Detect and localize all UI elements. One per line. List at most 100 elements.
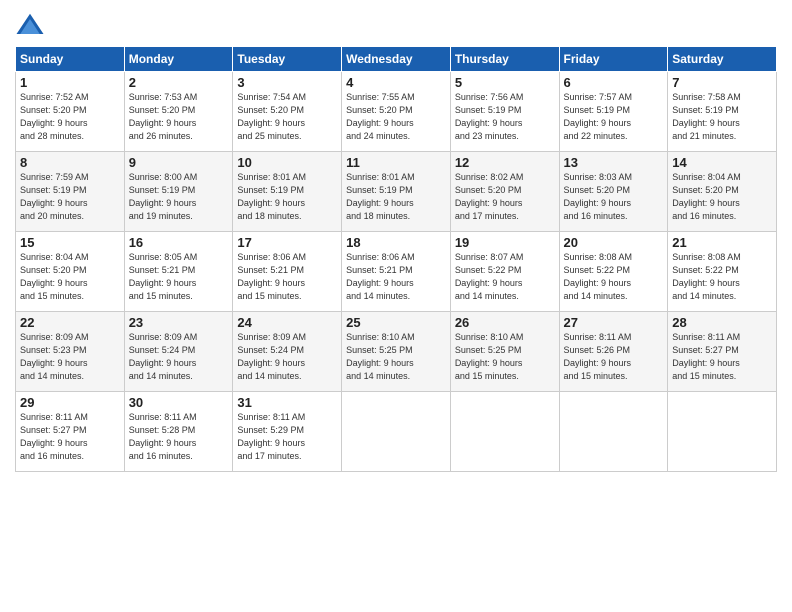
day-number: 24	[237, 315, 337, 330]
calendar-cell: 15Sunrise: 8:04 AMSunset: 5:20 PMDayligh…	[16, 232, 125, 312]
day-number: 19	[455, 235, 555, 250]
calendar-cell: 25Sunrise: 8:10 AMSunset: 5:25 PMDayligh…	[342, 312, 451, 392]
day-number: 3	[237, 75, 337, 90]
calendar-cell: 21Sunrise: 8:08 AMSunset: 5:22 PMDayligh…	[668, 232, 777, 312]
cell-info: Sunrise: 8:07 AMSunset: 5:22 PMDaylight:…	[455, 251, 555, 303]
cell-info: Sunrise: 8:11 AMSunset: 5:27 PMDaylight:…	[672, 331, 772, 383]
cell-info: Sunrise: 8:11 AMSunset: 5:27 PMDaylight:…	[20, 411, 120, 463]
cell-info: Sunrise: 8:09 AMSunset: 5:24 PMDaylight:…	[129, 331, 229, 383]
calendar-cell: 29Sunrise: 8:11 AMSunset: 5:27 PMDayligh…	[16, 392, 125, 472]
cell-info: Sunrise: 8:09 AMSunset: 5:23 PMDaylight:…	[20, 331, 120, 383]
day-number: 15	[20, 235, 120, 250]
day-number: 4	[346, 75, 446, 90]
calendar-cell: 5Sunrise: 7:56 AMSunset: 5:19 PMDaylight…	[450, 72, 559, 152]
cell-info: Sunrise: 8:01 AMSunset: 5:19 PMDaylight:…	[346, 171, 446, 223]
calendar-cell: 26Sunrise: 8:10 AMSunset: 5:25 PMDayligh…	[450, 312, 559, 392]
calendar-cell: 28Sunrise: 8:11 AMSunset: 5:27 PMDayligh…	[668, 312, 777, 392]
cell-info: Sunrise: 7:58 AMSunset: 5:19 PMDaylight:…	[672, 91, 772, 143]
calendar-cell: 17Sunrise: 8:06 AMSunset: 5:21 PMDayligh…	[233, 232, 342, 312]
week-row-1: 1Sunrise: 7:52 AMSunset: 5:20 PMDaylight…	[16, 72, 777, 152]
calendar-cell: 12Sunrise: 8:02 AMSunset: 5:20 PMDayligh…	[450, 152, 559, 232]
cell-info: Sunrise: 7:57 AMSunset: 5:19 PMDaylight:…	[564, 91, 664, 143]
day-number: 29	[20, 395, 120, 410]
week-row-4: 22Sunrise: 8:09 AMSunset: 5:23 PMDayligh…	[16, 312, 777, 392]
cell-info: Sunrise: 8:05 AMSunset: 5:21 PMDaylight:…	[129, 251, 229, 303]
cell-info: Sunrise: 8:04 AMSunset: 5:20 PMDaylight:…	[672, 171, 772, 223]
calendar-cell: 4Sunrise: 7:55 AMSunset: 5:20 PMDaylight…	[342, 72, 451, 152]
calendar-cell: 2Sunrise: 7:53 AMSunset: 5:20 PMDaylight…	[124, 72, 233, 152]
calendar-cell	[342, 392, 451, 472]
day-number: 5	[455, 75, 555, 90]
cell-info: Sunrise: 7:59 AMSunset: 5:19 PMDaylight:…	[20, 171, 120, 223]
calendar-cell: 31Sunrise: 8:11 AMSunset: 5:29 PMDayligh…	[233, 392, 342, 472]
day-number: 21	[672, 235, 772, 250]
calendar-cell: 13Sunrise: 8:03 AMSunset: 5:20 PMDayligh…	[559, 152, 668, 232]
day-number: 16	[129, 235, 229, 250]
cell-info: Sunrise: 8:08 AMSunset: 5:22 PMDaylight:…	[672, 251, 772, 303]
cell-info: Sunrise: 7:52 AMSunset: 5:20 PMDaylight:…	[20, 91, 120, 143]
cell-info: Sunrise: 8:11 AMSunset: 5:28 PMDaylight:…	[129, 411, 229, 463]
day-number: 31	[237, 395, 337, 410]
calendar-cell: 23Sunrise: 8:09 AMSunset: 5:24 PMDayligh…	[124, 312, 233, 392]
calendar-cell: 6Sunrise: 7:57 AMSunset: 5:19 PMDaylight…	[559, 72, 668, 152]
day-number: 14	[672, 155, 772, 170]
day-header-tuesday: Tuesday	[233, 47, 342, 72]
cell-info: Sunrise: 7:54 AMSunset: 5:20 PMDaylight:…	[237, 91, 337, 143]
day-number: 20	[564, 235, 664, 250]
cell-info: Sunrise: 8:11 AMSunset: 5:26 PMDaylight:…	[564, 331, 664, 383]
calendar-cell	[559, 392, 668, 472]
cell-info: Sunrise: 8:06 AMSunset: 5:21 PMDaylight:…	[237, 251, 337, 303]
day-number: 26	[455, 315, 555, 330]
calendar-cell: 1Sunrise: 7:52 AMSunset: 5:20 PMDaylight…	[16, 72, 125, 152]
cell-info: Sunrise: 7:53 AMSunset: 5:20 PMDaylight:…	[129, 91, 229, 143]
day-number: 18	[346, 235, 446, 250]
week-row-5: 29Sunrise: 8:11 AMSunset: 5:27 PMDayligh…	[16, 392, 777, 472]
cell-info: Sunrise: 8:11 AMSunset: 5:29 PMDaylight:…	[237, 411, 337, 463]
calendar-cell	[668, 392, 777, 472]
day-header-monday: Monday	[124, 47, 233, 72]
day-number: 11	[346, 155, 446, 170]
calendar-cell: 3Sunrise: 7:54 AMSunset: 5:20 PMDaylight…	[233, 72, 342, 152]
week-row-2: 8Sunrise: 7:59 AMSunset: 5:19 PMDaylight…	[16, 152, 777, 232]
week-row-3: 15Sunrise: 8:04 AMSunset: 5:20 PMDayligh…	[16, 232, 777, 312]
day-header-thursday: Thursday	[450, 47, 559, 72]
cell-info: Sunrise: 8:01 AMSunset: 5:19 PMDaylight:…	[237, 171, 337, 223]
day-number: 10	[237, 155, 337, 170]
day-number: 12	[455, 155, 555, 170]
page: SundayMondayTuesdayWednesdayThursdayFrid…	[0, 0, 792, 612]
header	[15, 10, 777, 40]
day-number: 9	[129, 155, 229, 170]
calendar-cell: 27Sunrise: 8:11 AMSunset: 5:26 PMDayligh…	[559, 312, 668, 392]
day-number: 2	[129, 75, 229, 90]
calendar-cell: 30Sunrise: 8:11 AMSunset: 5:28 PMDayligh…	[124, 392, 233, 472]
calendar-cell: 10Sunrise: 8:01 AMSunset: 5:19 PMDayligh…	[233, 152, 342, 232]
day-number: 23	[129, 315, 229, 330]
day-number: 17	[237, 235, 337, 250]
day-number: 27	[564, 315, 664, 330]
calendar-cell: 20Sunrise: 8:08 AMSunset: 5:22 PMDayligh…	[559, 232, 668, 312]
logo	[15, 10, 49, 40]
calendar-cell	[450, 392, 559, 472]
cell-info: Sunrise: 8:10 AMSunset: 5:25 PMDaylight:…	[455, 331, 555, 383]
calendar-cell: 16Sunrise: 8:05 AMSunset: 5:21 PMDayligh…	[124, 232, 233, 312]
day-header-friday: Friday	[559, 47, 668, 72]
calendar-cell: 19Sunrise: 8:07 AMSunset: 5:22 PMDayligh…	[450, 232, 559, 312]
cell-info: Sunrise: 8:03 AMSunset: 5:20 PMDaylight:…	[564, 171, 664, 223]
day-number: 28	[672, 315, 772, 330]
calendar-cell: 18Sunrise: 8:06 AMSunset: 5:21 PMDayligh…	[342, 232, 451, 312]
calendar-cell: 9Sunrise: 8:00 AMSunset: 5:19 PMDaylight…	[124, 152, 233, 232]
calendar-cell: 8Sunrise: 7:59 AMSunset: 5:19 PMDaylight…	[16, 152, 125, 232]
day-number: 22	[20, 315, 120, 330]
day-number: 25	[346, 315, 446, 330]
cell-info: Sunrise: 8:00 AMSunset: 5:19 PMDaylight:…	[129, 171, 229, 223]
calendar-cell: 11Sunrise: 8:01 AMSunset: 5:19 PMDayligh…	[342, 152, 451, 232]
cell-info: Sunrise: 8:06 AMSunset: 5:21 PMDaylight:…	[346, 251, 446, 303]
day-number: 6	[564, 75, 664, 90]
day-number: 8	[20, 155, 120, 170]
cell-info: Sunrise: 7:56 AMSunset: 5:19 PMDaylight:…	[455, 91, 555, 143]
day-header-sunday: Sunday	[16, 47, 125, 72]
cell-info: Sunrise: 7:55 AMSunset: 5:20 PMDaylight:…	[346, 91, 446, 143]
day-header-saturday: Saturday	[668, 47, 777, 72]
day-number: 7	[672, 75, 772, 90]
day-number: 1	[20, 75, 120, 90]
